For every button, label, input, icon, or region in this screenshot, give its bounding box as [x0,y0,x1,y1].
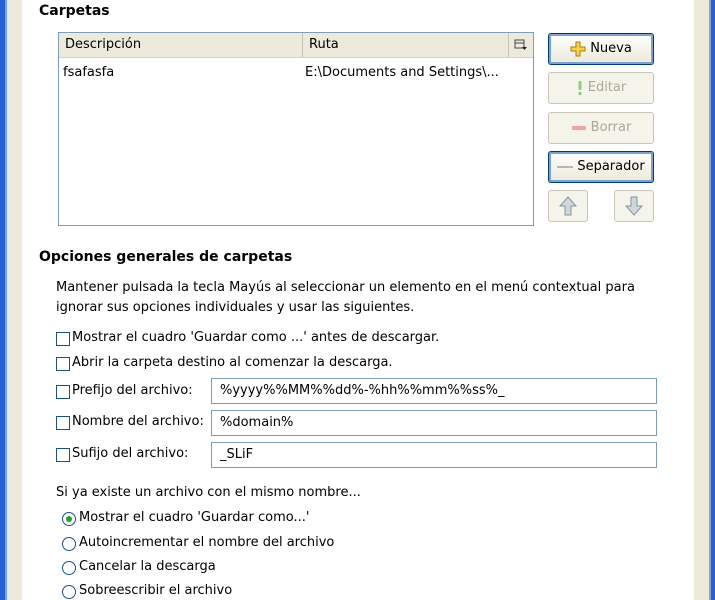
suffix-label[interactable]: Sufijo del archivo: [72,446,188,461]
filename-checkbox[interactable] [56,416,70,430]
plus-icon [570,41,586,56]
minus-icon [571,125,586,130]
open-folder-label[interactable]: Abrir la carpeta destino al comenzar la … [72,355,393,370]
edit-folder-button[interactable]: Editar [548,72,654,104]
separator-line-icon [557,166,574,167]
radio-auto-increment[interactable] [62,537,76,551]
suffix-checkbox[interactable] [56,448,70,462]
prefix-checkbox[interactable] [56,385,70,399]
radio-auto-increment-label[interactable]: Autoincrementar el nombre del archivo [79,535,334,550]
move-down-button[interactable] [614,190,654,222]
new-folder-label: Nueva [590,41,632,56]
folders-section-title: Carpetas [39,3,110,19]
exclamation-icon [578,80,582,95]
window-frame-right [711,0,715,600]
radio-show-save-as[interactable] [62,512,76,526]
window-frame-right-highlight [709,0,711,600]
radio-cancel-download[interactable] [62,561,76,575]
radio-overwrite-label[interactable]: Sobreescribir el archivo [79,583,232,598]
radio-cancel-download-label[interactable]: Cancelar la descarga [79,559,216,574]
delete-folder-button[interactable]: Borrar [548,112,654,144]
show-save-as-label[interactable]: Mostrar el cuadro 'Guardar como ...' ant… [72,330,439,345]
column-chooser-icon [514,39,527,50]
separator-button[interactable]: Separador [548,151,654,183]
list-item-description: fsafasfa [63,65,115,80]
delete-folder-label: Borrar [590,120,632,135]
new-folder-button[interactable]: Nueva [548,33,654,65]
column-chooser-button[interactable] [509,33,533,57]
list-item[interactable]: fsafasfa E:\Documents and Settings\... [59,63,533,83]
suffix-input[interactable]: _SLiF [211,442,657,468]
folders-list[interactable]: Descripción Ruta fsafasfa E:\Documents a… [58,32,534,226]
general-options-title: Opciones generales de carpetas [39,249,293,265]
arrow-up-icon [558,196,578,216]
folders-list-header: Descripción Ruta [59,33,533,58]
show-save-as-checkbox[interactable] [56,332,70,346]
column-header-description[interactable]: Descripción [59,33,303,57]
arrow-down-icon [624,196,644,216]
filename-label[interactable]: Nombre del archivo: [72,414,204,429]
list-item-path: E:\Documents and Settings\... [305,65,499,80]
prefix-label[interactable]: Prefijo del archivo: [72,383,193,398]
file-exists-question: Si ya existe un archivo con el mismo nom… [56,485,361,500]
window-frame-left-highlight [5,0,7,600]
open-folder-checkbox[interactable] [56,357,70,371]
radio-show-save-as-label[interactable]: Mostrar el cuadro 'Guardar como...' [79,510,309,525]
prefix-input[interactable]: %yyyy%%MM%%dd%-%hh%%mm%%ss%_ [211,378,657,404]
general-options-description: Mantener pulsada la tecla Mayús al selec… [56,280,635,315]
radio-overwrite[interactable] [62,585,76,599]
move-up-button[interactable] [548,190,588,222]
edit-folder-label: Editar [587,80,627,95]
separator-label: Separador [577,159,645,174]
column-header-path[interactable]: Ruta [303,33,509,57]
filename-input[interactable]: %domain% [211,410,657,436]
